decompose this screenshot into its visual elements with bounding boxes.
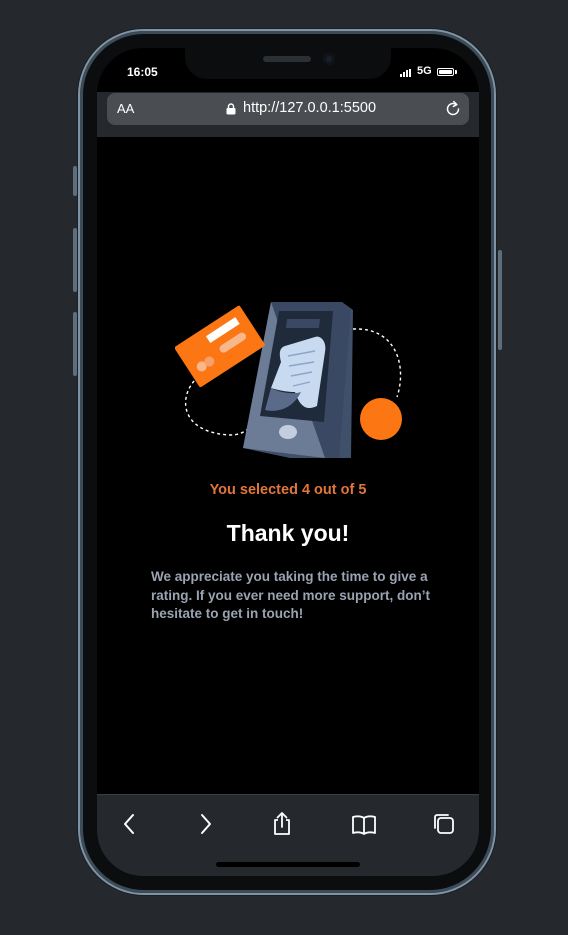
silent-switch — [73, 166, 77, 196]
thank-you-message: We appreciate you taking the time to giv… — [151, 569, 431, 621]
volume-up-button — [73, 228, 77, 292]
tabs-icon[interactable] — [431, 811, 457, 837]
share-icon[interactable] — [269, 811, 295, 837]
reload-icon[interactable] — [444, 100, 462, 118]
bookmarks-icon[interactable] — [351, 811, 377, 837]
thank-you-heading: Thank you! — [226, 520, 350, 546]
browser-address-area: AA http://127.0.0.1:5500 — [97, 92, 479, 138]
status-time: 16:05 — [127, 65, 158, 79]
lock-icon — [226, 103, 236, 115]
signal-icon — [400, 69, 414, 77]
url-text[interactable]: http://127.0.0.1:5500 — [243, 100, 376, 116]
payment-illustration — [175, 302, 402, 458]
forward-icon[interactable] — [192, 811, 218, 837]
address-bar[interactable]: AA http://127.0.0.1:5500 — [107, 93, 469, 125]
home-indicator[interactable] — [216, 862, 360, 867]
battery-tip — [455, 70, 457, 74]
volume-down-button — [73, 312, 77, 376]
speaker — [263, 56, 311, 62]
phone-screen: 16:05 5G AA http://127.0.0.1:5500 You se… — [97, 48, 479, 876]
back-icon[interactable] — [117, 811, 143, 837]
selected-rating-text: You selected 4 out of 5 — [209, 482, 367, 498]
battery-icon — [437, 68, 454, 76]
network-type: 5G — [417, 65, 432, 77]
page-content: You selected 4 out of 5 Thank you! We ap… — [97, 137, 479, 794]
power-button — [498, 250, 502, 350]
text-size-button[interactable]: AA — [117, 101, 134, 116]
browser-toolbar — [97, 794, 479, 876]
notch — [185, 48, 391, 79]
camera — [323, 53, 335, 65]
